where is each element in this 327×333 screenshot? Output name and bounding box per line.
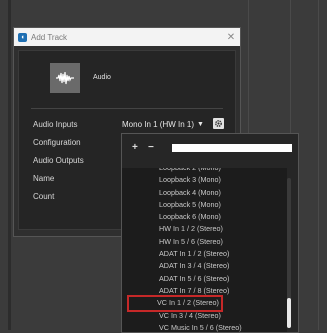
list-item[interactable]: ADAT In 7 / 8 (Stereo) — [122, 285, 287, 297]
audio-inputs-value: Mono In 1 (HW In 1) — [122, 119, 195, 129]
list-item[interactable]: ADAT In 3 / 4 (Stereo) — [122, 260, 287, 272]
list-item[interactable]: Loopback 3 (Mono) — [122, 174, 287, 186]
list-item[interactable]: ADAT In 5 / 6 (Stereo) — [122, 273, 287, 285]
list-item[interactable]: HW In 5 / 6 (Stereo) — [122, 236, 287, 248]
dialog-title: Add Track — [31, 32, 68, 42]
remove-bus-button[interactable]: − — [148, 142, 154, 153]
add-bus-button[interactable]: + — [132, 142, 138, 153]
audio-input-dropdown: + − Loopback 2 (Mono)Loopback 3 (Mono)Lo… — [121, 133, 299, 333]
close-icon[interactable]: ✕ — [224, 32, 238, 43]
count-label: Count — [33, 192, 55, 201]
list-item[interactable]: ADAT In 1 / 2 (Stereo) — [122, 248, 287, 260]
track-type-label: Audio — [93, 74, 111, 81]
list-item[interactable]: Loopback 5 (Mono) — [122, 199, 287, 211]
list-item[interactable]: VC In 3 / 4 (Stereo) — [122, 310, 287, 322]
list-item-highlighted[interactable]: VC In 1 / 2 (Stereo) — [127, 295, 223, 312]
list-item[interactable]: VC Music In 5 / 6 (Stereo) — [122, 322, 287, 332]
gear-icon[interactable] — [213, 118, 224, 129]
list-item[interactable]: HW In 1 / 2 (Stereo) — [122, 223, 287, 235]
configuration-label: Configuration — [33, 138, 81, 147]
dropdown-scrollbar[interactable] — [287, 178, 291, 328]
search-input[interactable] — [172, 144, 292, 152]
audio-outputs-label: Audio Outputs — [33, 156, 84, 165]
name-label: Name — [33, 174, 55, 183]
dialog-titlebar: ◖ Add Track ✕ — [14, 28, 240, 46]
scrollbar-thumb[interactable] — [287, 298, 291, 328]
chevron-down-icon: ▼ — [197, 120, 204, 128]
list-item[interactable]: Loopback 6 (Mono) — [122, 211, 287, 223]
cubase-app-icon: ◖ — [18, 32, 27, 42]
dropdown-toolbar: + − — [122, 134, 298, 160]
input-bus-list: Loopback 2 (Mono)Loopback 3 (Mono)Loopba… — [122, 168, 287, 332]
audio-waveform-icon[interactable] — [50, 63, 80, 93]
audio-inputs-select[interactable]: Mono In 1 (HW In 1) ▼ — [122, 118, 204, 130]
divider — [31, 108, 223, 109]
list-item[interactable]: Loopback 4 (Mono) — [122, 187, 287, 199]
audio-inputs-label: Audio Inputs — [33, 120, 78, 129]
